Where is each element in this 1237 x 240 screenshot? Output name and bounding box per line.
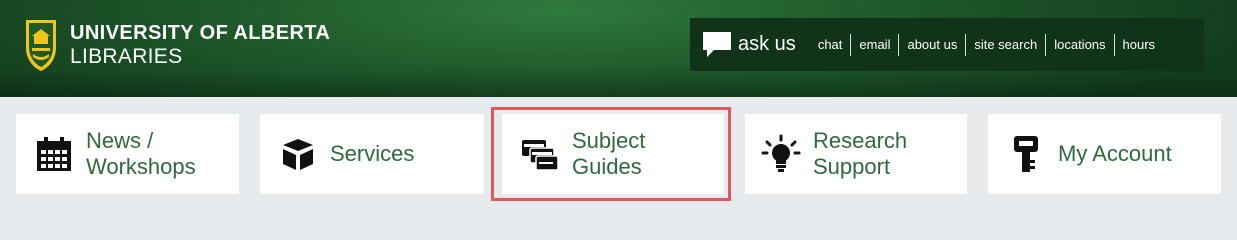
nav-my-account[interactable]: My Account	[988, 114, 1221, 194]
box-icon	[278, 134, 318, 174]
link-locations[interactable]: locations	[1045, 33, 1113, 56]
link-site-search[interactable]: site search	[965, 33, 1045, 56]
university-logo[interactable]: UNIVERSITY OF ALBERTA LIBRARIES	[24, 18, 330, 72]
lightbulb-icon	[761, 134, 801, 174]
speech-bubble-icon	[703, 31, 731, 57]
nav-news-workshops[interactable]: News / Workshops	[16, 114, 239, 194]
nav-subject-guides[interactable]: Subject Guides	[502, 114, 724, 194]
nav-subject-guides-label: Subject Guides	[572, 128, 646, 179]
logo-subtitle: LIBRARIES	[70, 45, 183, 68]
logo-title: UNIVERSITY OF ALBERTA	[70, 22, 331, 44]
link-about-us[interactable]: about us	[898, 33, 965, 56]
site-header: UNIVERSITY OF ALBERTA LIBRARIES ask us c…	[0, 0, 1237, 97]
cards-icon	[520, 134, 560, 174]
shield-logo-icon	[26, 20, 56, 71]
ask-us-links: chat email about us site search location…	[810, 33, 1164, 56]
key-icon	[1006, 134, 1046, 174]
ask-us-bar: ask us chat email about us site search l…	[690, 18, 1204, 71]
link-hours[interactable]: hours	[1113, 33, 1164, 56]
ask-us-label[interactable]: ask us	[738, 33, 796, 56]
main-navigation: News / Workshops Services Subject Guides	[0, 97, 1237, 213]
nav-services-label: Services	[330, 141, 415, 166]
nav-services[interactable]: Services	[260, 114, 484, 194]
calendar-icon	[34, 134, 74, 174]
nav-my-account-label: My Account	[1058, 141, 1172, 166]
link-email[interactable]: email	[850, 33, 898, 56]
nav-news-workshops-label: News / Workshops	[86, 128, 196, 179]
link-chat[interactable]: chat	[810, 34, 851, 56]
nav-research-support[interactable]: Research Support	[745, 114, 967, 194]
nav-research-support-label: Research Support	[813, 128, 908, 179]
